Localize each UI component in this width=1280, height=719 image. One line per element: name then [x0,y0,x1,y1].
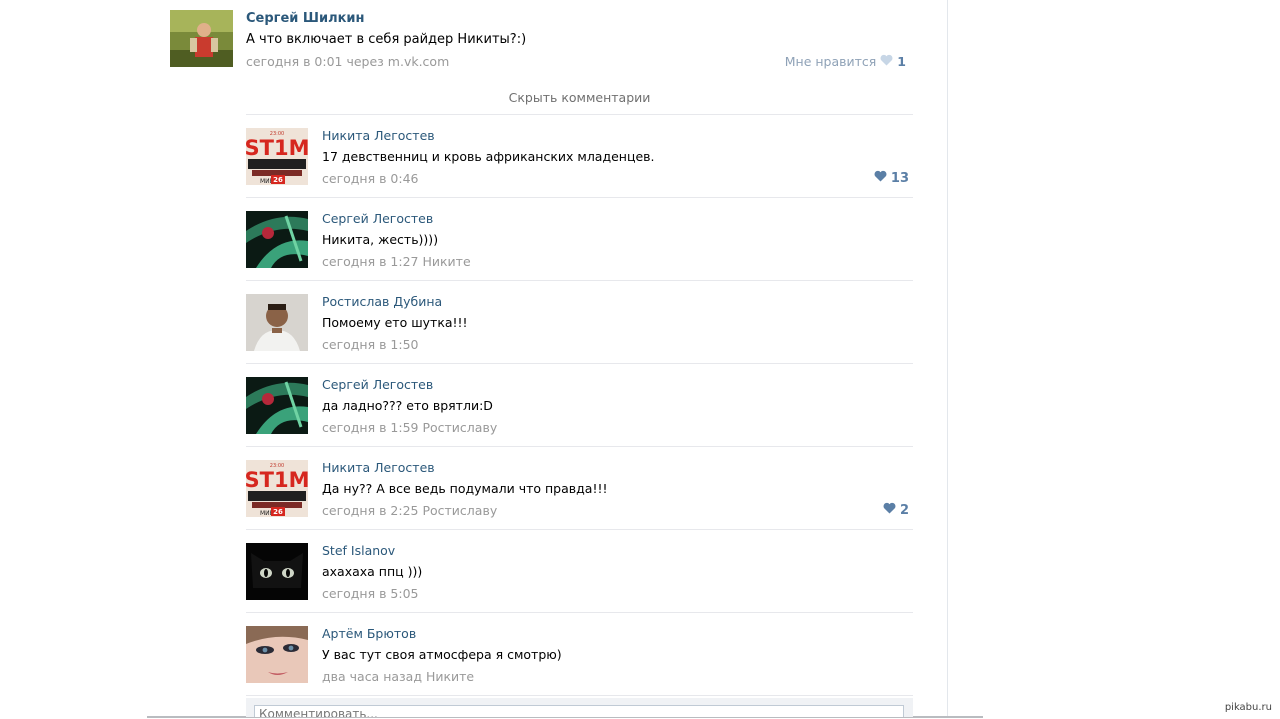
post-author-name[interactable]: Сергей Шилкин [246,11,365,26]
post-author-avatar[interactable] [170,10,233,67]
heart-icon [883,502,896,518]
comment-text: У вас тут своя атмосфера я смотрю) [322,647,562,662]
reply-box: Комментировать... [246,698,913,717]
watermark: pikabu.ru [1224,702,1272,713]
comment-timestamp[interactable]: сегодня в 0:46 [322,171,419,186]
comment-avatar[interactable]: 23:00 ST1M МИБ 26 [246,460,308,517]
comment-text: 17 девственниц и кровь африканских младе… [322,149,655,164]
comment-author-name[interactable]: Артём Брютов [322,626,416,641]
comment-input[interactable]: Комментировать... [254,705,904,717]
comment-timestamp[interactable]: два часа назад Никите [322,669,474,684]
comment-author-name[interactable]: Сергей Легостев [322,211,433,226]
comment-timestamp[interactable]: сегодня в 1:50 [322,337,419,352]
comment-item: Сергей Легостев да ладно??? ето врятли:D… [246,364,913,447]
comment-timestamp[interactable]: сегодня в 1:27 Никите [322,254,471,269]
heart-icon [880,54,893,69]
comment-author-name[interactable]: Ростислав Дубина [322,294,442,309]
comment-author-name[interactable]: Stef Islanov [322,543,395,558]
comment-item: Артём Брютов У вас тут своя атмосфера я … [246,613,913,696]
hide-comments-link[interactable]: Скрыть комментарии [246,80,913,115]
comment-avatar[interactable] [246,377,308,434]
comment-like-count: 13 [890,170,909,186]
comment-like-count: 2 [899,502,909,518]
comment-avatar[interactable] [246,543,308,600]
comment-text: Никита, жесть)))) [322,232,439,247]
comment-text: да ладно??? ето врятли:D [322,398,493,413]
svg-text:26: 26 [273,508,283,516]
comment-item: Ростислав Дубина Помоему ето шутка!!! се… [246,281,913,364]
svg-text:ST1M: ST1M [246,468,308,492]
comment-timestamp[interactable]: сегодня в 2:25 Ростиславу [322,503,497,518]
post-like-label: Мне нравится [784,54,877,69]
comment-author-name[interactable]: Никита Легостев [322,460,435,475]
post-like-count: 1 [897,54,906,69]
svg-text:ST1M: ST1M [246,136,308,160]
comment-avatar[interactable] [246,626,308,683]
comment-text: Помоему ето шутка!!! [322,315,468,330]
comment-timestamp[interactable]: сегодня в 5:05 [322,586,419,601]
comment-avatar[interactable] [246,211,308,268]
comment-text: Да ну?? А все ведь подумали что правда!!… [322,481,608,496]
comment-like-button[interactable]: 13 [874,170,909,186]
comment-author-name[interactable]: Сергей Легостев [322,377,433,392]
comment-avatar[interactable] [246,294,308,351]
comment-text: ахахаха ппц ))) [322,564,423,579]
post-like-button[interactable]: Мне нравится 1 [785,54,906,69]
comments-list: 23:00 ST1M МИБ 26 Никита Легостев 17 дев… [246,115,913,696]
comment-like-button[interactable]: 2 [883,502,909,518]
post-text: А что включает в себя райдер Никиты?:) [246,32,527,47]
comment-item: 23:00 ST1M МИБ 26 Никита Легостев Да ну?… [246,447,913,530]
comment-item: Stef Islanov ахахаха ппц ))) сегодня в 5… [246,530,913,613]
comment-avatar[interactable]: 23:00 ST1M МИБ 26 [246,128,308,185]
comment-timestamp[interactable]: сегодня в 1:59 Ростиславу [322,420,497,435]
heart-icon [874,170,887,186]
comment-author-name[interactable]: Никита Легостев [322,128,435,143]
svg-text:26: 26 [273,176,283,184]
comment-item: Сергей Легостев Никита, жесть)))) сегодн… [246,198,913,281]
post-timestamp[interactable]: сегодня в 0:01 через m.vk.com [246,54,449,69]
comment-item: 23:00 ST1M МИБ 26 Никита Легостев 17 дев… [246,115,913,198]
